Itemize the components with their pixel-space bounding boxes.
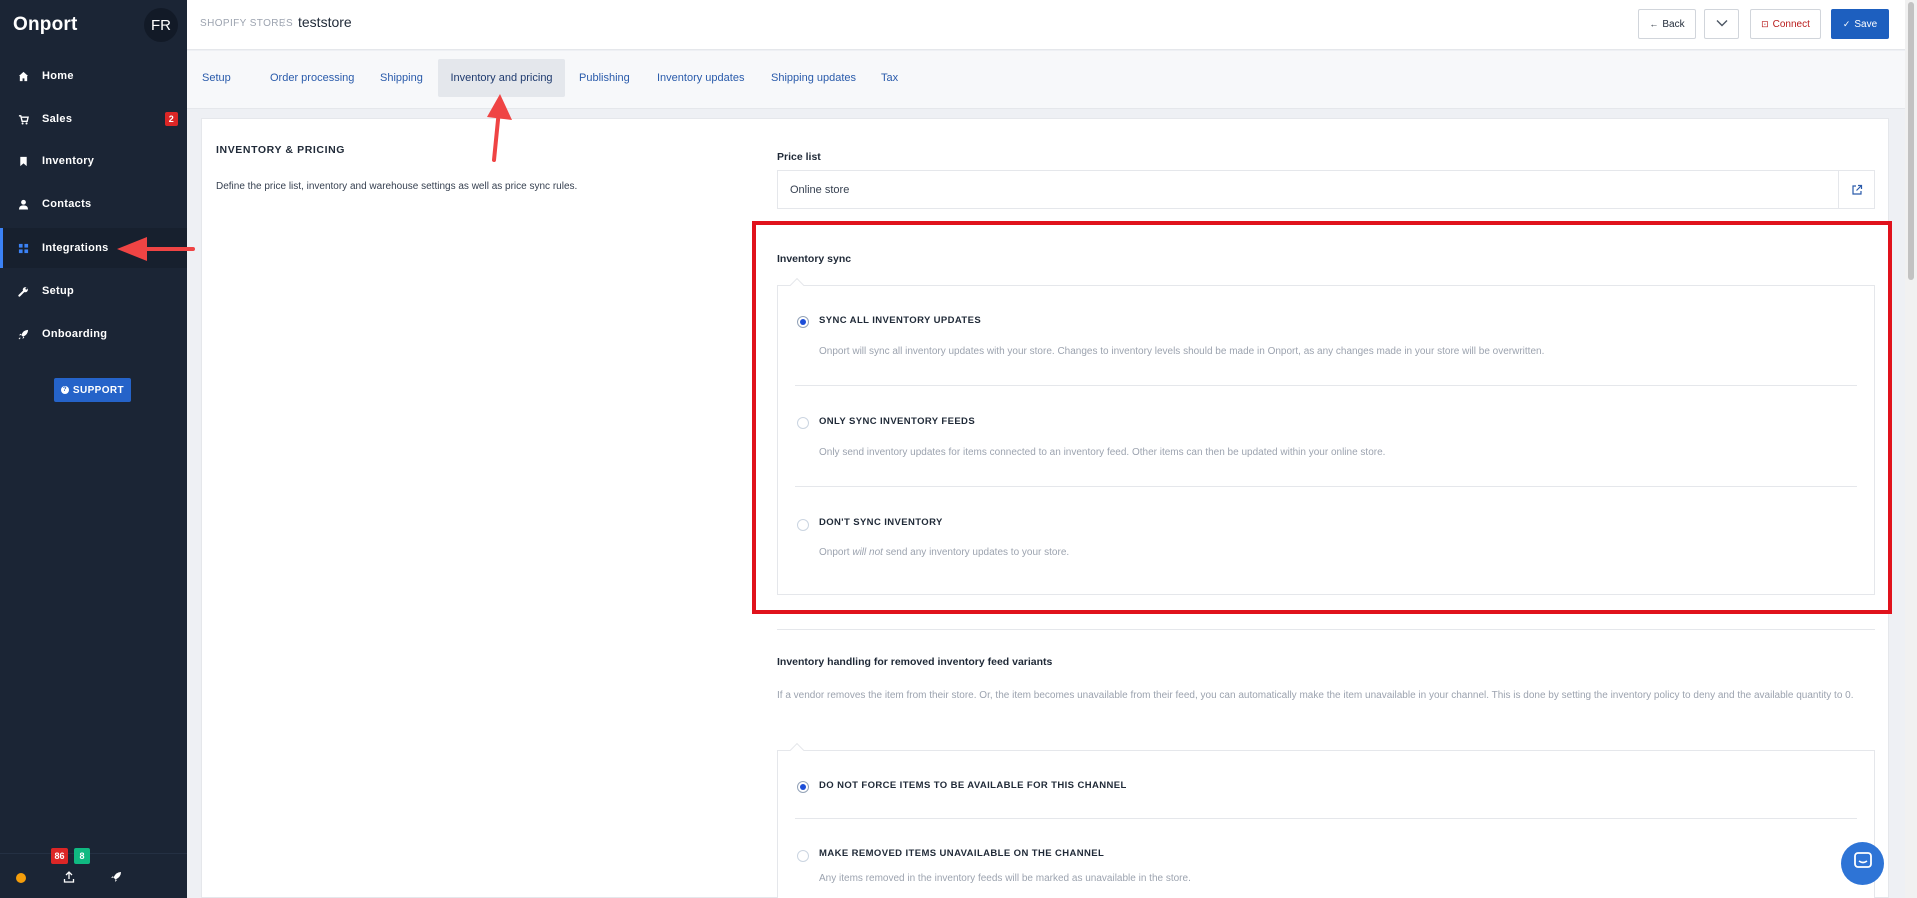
settings-tabs: Setup Order processing Shipping Inventor…	[187, 51, 1905, 109]
divider	[795, 486, 1857, 487]
radio-sync-all[interactable]	[797, 316, 809, 328]
plug-icon: ⊡	[1761, 18, 1769, 29]
sidebar-footer	[0, 853, 187, 898]
sidebar-item-label: Home	[42, 70, 74, 82]
divider	[795, 818, 1857, 819]
back-label: Back	[1662, 18, 1685, 30]
breadcrumb-separator: /	[282, 16, 286, 30]
option-label: DON'T SYNC INVENTORY	[819, 517, 943, 528]
option-label: MAKE REMOVED ITEMS UNAVAILABLE ON THE CH…	[819, 848, 1105, 859]
option-description: Onport will not send any inventory updat…	[819, 547, 1069, 558]
cart-icon	[17, 113, 29, 125]
save-button[interactable]: ✓ Save	[1831, 9, 1889, 39]
notification-badge-green: 8	[74, 848, 90, 864]
help-icon: ?	[60, 386, 69, 394]
removed-handling-description: If a vendor removes the item from their …	[777, 690, 1854, 701]
user-icon	[17, 198, 29, 210]
tab-shipping[interactable]: Shipping	[368, 59, 435, 97]
radio-no-force[interactable]	[797, 781, 809, 793]
inventory-pricing-card: INVENTORY & PRICING Define the price lis…	[201, 118, 1889, 898]
support-button[interactable]: ? SUPPORT	[54, 378, 131, 402]
sidebar-item-label: Integrations	[42, 242, 109, 254]
option-label: SYNC ALL INVENTORY UPDATES	[819, 315, 982, 326]
box-notch	[789, 277, 805, 293]
sidebar-item-home[interactable]: Home	[0, 56, 187, 96]
sidebar-item-inventory[interactable]: Inventory	[0, 141, 187, 181]
check-icon: ✓	[1842, 18, 1851, 29]
connect-button[interactable]: ⊡ Connect	[1750, 9, 1821, 39]
support-label: SUPPORT	[72, 384, 125, 396]
box-notch	[789, 742, 805, 758]
sales-count-badge: 2	[164, 112, 178, 126]
page-title: teststore	[298, 14, 352, 30]
sidebar: Onport FR Home Sales 2 Inventory Contact…	[0, 0, 187, 898]
price-list-value: Online store	[790, 184, 850, 196]
tab-order-processing[interactable]: Order processing	[258, 59, 366, 97]
option-description: Onport will sync all inventory updates w…	[819, 346, 1545, 357]
save-label: Save	[1854, 18, 1878, 30]
grid-icon	[17, 242, 29, 254]
removed-handling-options: DO NOT FORCE ITEMS TO BE AVAILABLE FOR T…	[777, 742, 1875, 898]
desc-part: send any inventory updates to your store…	[882, 547, 1070, 558]
sidebar-item-label: Inventory	[42, 155, 95, 167]
more-dropdown-button[interactable]	[1704, 9, 1739, 39]
sidebar-item-label: Sales	[42, 113, 73, 125]
top-bar: SHOPIFY STORES / teststore ← Back ⊡ Conn…	[187, 0, 1917, 50]
breadcrumb-parent[interactable]: SHOPIFY STORES	[200, 18, 293, 29]
sidebar-item-setup[interactable]: Setup	[0, 271, 187, 311]
tab-publishing[interactable]: Publishing	[567, 59, 642, 97]
removed-handling-label: Inventory handling for removed inventory…	[777, 656, 1053, 668]
home-icon	[17, 70, 29, 82]
option-label: DO NOT FORCE ITEMS TO BE AVAILABLE FOR T…	[819, 780, 1127, 791]
radio-make-unavailable[interactable]	[797, 850, 809, 862]
chat-widget-button[interactable]	[1841, 842, 1884, 885]
tab-tax[interactable]: Tax	[869, 59, 910, 97]
section-description: Define the price list, inventory and war…	[216, 181, 578, 192]
tab-setup[interactable]: Setup	[190, 59, 243, 97]
inventory-sync-label: Inventory sync	[777, 253, 852, 265]
notification-badge-red: 86	[51, 848, 68, 864]
inventory-sync-options: SYNC ALL INVENTORY UPDATES Onport will s…	[777, 277, 1875, 595]
sidebar-item-integrations[interactable]: Integrations	[0, 228, 187, 268]
arrow-left-icon: ←	[1649, 19, 1659, 29]
sidebar-item-contacts[interactable]: Contacts	[0, 184, 187, 224]
option-label: ONLY SYNC INVENTORY FEEDS	[819, 416, 976, 427]
back-button[interactable]: ← Back	[1638, 9, 1696, 39]
tab-shipping-updates[interactable]: Shipping updates	[759, 59, 868, 97]
sidebar-item-onboarding[interactable]: Onboarding	[0, 314, 187, 354]
tab-inventory-updates[interactable]: Inventory updates	[645, 59, 756, 97]
bookmark-icon	[17, 155, 29, 167]
radio-sync-feeds[interactable]	[797, 417, 809, 429]
section-title: INVENTORY & PRICING	[216, 144, 346, 156]
page-scrollbar[interactable]	[1905, 0, 1917, 898]
connect-label: Connect	[1772, 18, 1810, 30]
external-link-icon[interactable]	[1838, 171, 1874, 208]
sidebar-item-label: Contacts	[42, 198, 92, 210]
option-description: Only send inventory updates for items co…	[819, 447, 1386, 458]
chat-icon	[1853, 851, 1873, 876]
price-list-select[interactable]: Online store	[777, 170, 1875, 209]
desc-emphasis: will not	[852, 547, 883, 558]
scrollbar-thumb[interactable]	[1908, 2, 1914, 280]
sidebar-item-label: Onboarding	[42, 328, 108, 340]
sidebar-item-sales[interactable]: Sales 2	[0, 99, 187, 139]
divider	[795, 385, 1857, 386]
radio-sync-none[interactable]	[797, 519, 809, 531]
tab-inventory-and-pricing[interactable]: Inventory and pricing	[438, 59, 565, 97]
wrench-icon	[17, 285, 29, 297]
rocket-icon[interactable]	[109, 870, 123, 884]
user-avatar[interactable]: FR	[144, 8, 178, 42]
option-description: Any items removed in the inventory feeds…	[819, 873, 1191, 884]
rocket-icon	[17, 328, 29, 340]
sidebar-item-label: Setup	[42, 285, 75, 297]
price-list-label: Price list	[777, 151, 821, 163]
desc-part: Onport	[819, 547, 853, 558]
chevron-down-icon	[1716, 19, 1728, 30]
brand-logo[interactable]: Onport	[13, 14, 78, 36]
section-divider	[777, 629, 1875, 630]
upload-icon[interactable]	[62, 870, 76, 884]
status-indicator[interactable]	[16, 873, 26, 883]
